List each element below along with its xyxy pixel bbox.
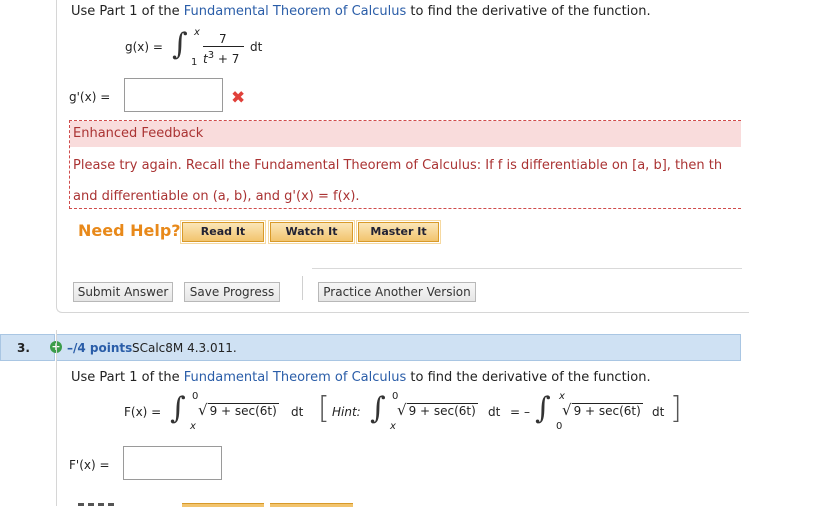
q3-ftc-link[interactable]: Fundamental Theorem of Calculus: [184, 370, 407, 385]
q2-instruction-text-end: to find the derivative of the function.: [406, 4, 651, 19]
question-3-points: –/4 points: [67, 341, 133, 355]
sqrt-icon: √: [198, 401, 208, 419]
watch-it-button[interactable]: Watch It: [268, 220, 355, 244]
hint-lower-2: 0: [556, 421, 563, 432]
save-progress-button[interactable]: Save Progress: [184, 282, 280, 302]
q3-read-it-button-partial[interactable]: [182, 503, 264, 507]
q2-function-lhs: g(x) =: [125, 40, 163, 54]
question-3-number: 3.: [17, 341, 30, 355]
q3-instruction: Use Part 1 of the Fundamental Theorem of…: [71, 370, 651, 385]
hint-label: Hint:: [332, 405, 361, 419]
read-it-button[interactable]: Read It: [180, 220, 266, 244]
q3-integral-lower: x: [190, 421, 196, 432]
q2-integral-sign: ∫: [172, 27, 188, 62]
need-help-label: Need Help?: [78, 221, 181, 240]
q3-radical: √ 9 + sec(6t): [198, 401, 279, 419]
q2-fraction-denominator: t3 + 7: [203, 50, 239, 66]
hint-close-bracket: ]: [670, 391, 682, 426]
q2-denominator-rest: + 7: [214, 52, 240, 66]
hint-integrand-1: 9 + sec(6t): [406, 403, 478, 418]
button-separator: [302, 276, 303, 300]
q3-answer-input[interactable]: [123, 446, 222, 480]
hint-integral-sign-1: ∫: [370, 391, 386, 426]
sqrt-icon: √: [397, 401, 407, 419]
hint-integrand-2: 9 + sec(6t): [571, 403, 643, 418]
hint-integral-sign-2: ∫: [535, 391, 551, 426]
q3-function-lhs: F(x) =: [124, 405, 162, 419]
q3-instruction-text-end: to find the derivative of the function.: [406, 370, 651, 385]
feedback-line-1: Please try again. Recall the Fundamental…: [73, 158, 723, 173]
hint-differential-2: dt: [652, 405, 665, 419]
q3-integral-sign: ∫: [170, 391, 186, 426]
q3-differential: dt: [291, 405, 304, 419]
sqrt-icon: √: [562, 401, 572, 419]
feedback-line-2: and differentiable on (a, b), and g'(x) …: [73, 189, 360, 204]
q2-integral-lower: 1: [191, 57, 198, 68]
q3-instruction-text: Use Part 1 of the: [71, 370, 184, 385]
q2-differential: dt: [250, 40, 263, 54]
enhanced-feedback-box: Enhanced Feedback Please try again. Reca…: [69, 120, 741, 209]
q2-instruction-text: Use Part 1 of the: [71, 4, 184, 19]
q3-answer-label: F'(x) =: [69, 458, 110, 472]
hint-radical-1: √ 9 + sec(6t): [397, 401, 478, 419]
hint-equals: =: [510, 405, 521, 419]
q3-watch-it-button-partial[interactable]: [270, 503, 353, 507]
q3-integrand: 9 + sec(6t): [207, 403, 279, 418]
feedback-heading: Enhanced Feedback: [73, 126, 204, 141]
submit-answer-button[interactable]: Submit Answer: [73, 282, 173, 302]
q2-answer-label: g'(x) =: [69, 90, 111, 104]
hint-differential-1: dt: [488, 405, 501, 419]
hint-open-bracket: [: [318, 391, 330, 426]
practice-another-version-button[interactable]: Practice Another Version: [318, 282, 476, 302]
q2-fraction-numerator: 7: [219, 32, 227, 46]
q2-answer-input[interactable]: [124, 78, 223, 112]
hint-lower-1: x: [390, 421, 396, 432]
q2-instruction: Use Part 1 of the Fundamental Theorem of…: [71, 4, 651, 19]
question-3-header-bar: + –/4 points SCalc8M 4.3.011.: [50, 334, 741, 361]
q2-fraction-bar: [203, 46, 244, 47]
incorrect-x-icon: ✖: [231, 88, 246, 108]
hint-minus: –: [524, 405, 530, 419]
ftc-link[interactable]: Fundamental Theorem of Calculus: [184, 4, 407, 19]
question-3-code: SCalc8M 4.3.011.: [132, 341, 237, 355]
q2-integral-upper: x: [194, 27, 200, 38]
divider: [312, 268, 742, 269]
question-3-card-border: [56, 330, 57, 506]
question-3-number-cell: 3.: [0, 334, 55, 361]
hint-radical-2: √ 9 + sec(6t): [562, 401, 643, 419]
feedback-header: Enhanced Feedback: [70, 121, 741, 147]
master-it-button[interactable]: Master It: [356, 220, 441, 244]
